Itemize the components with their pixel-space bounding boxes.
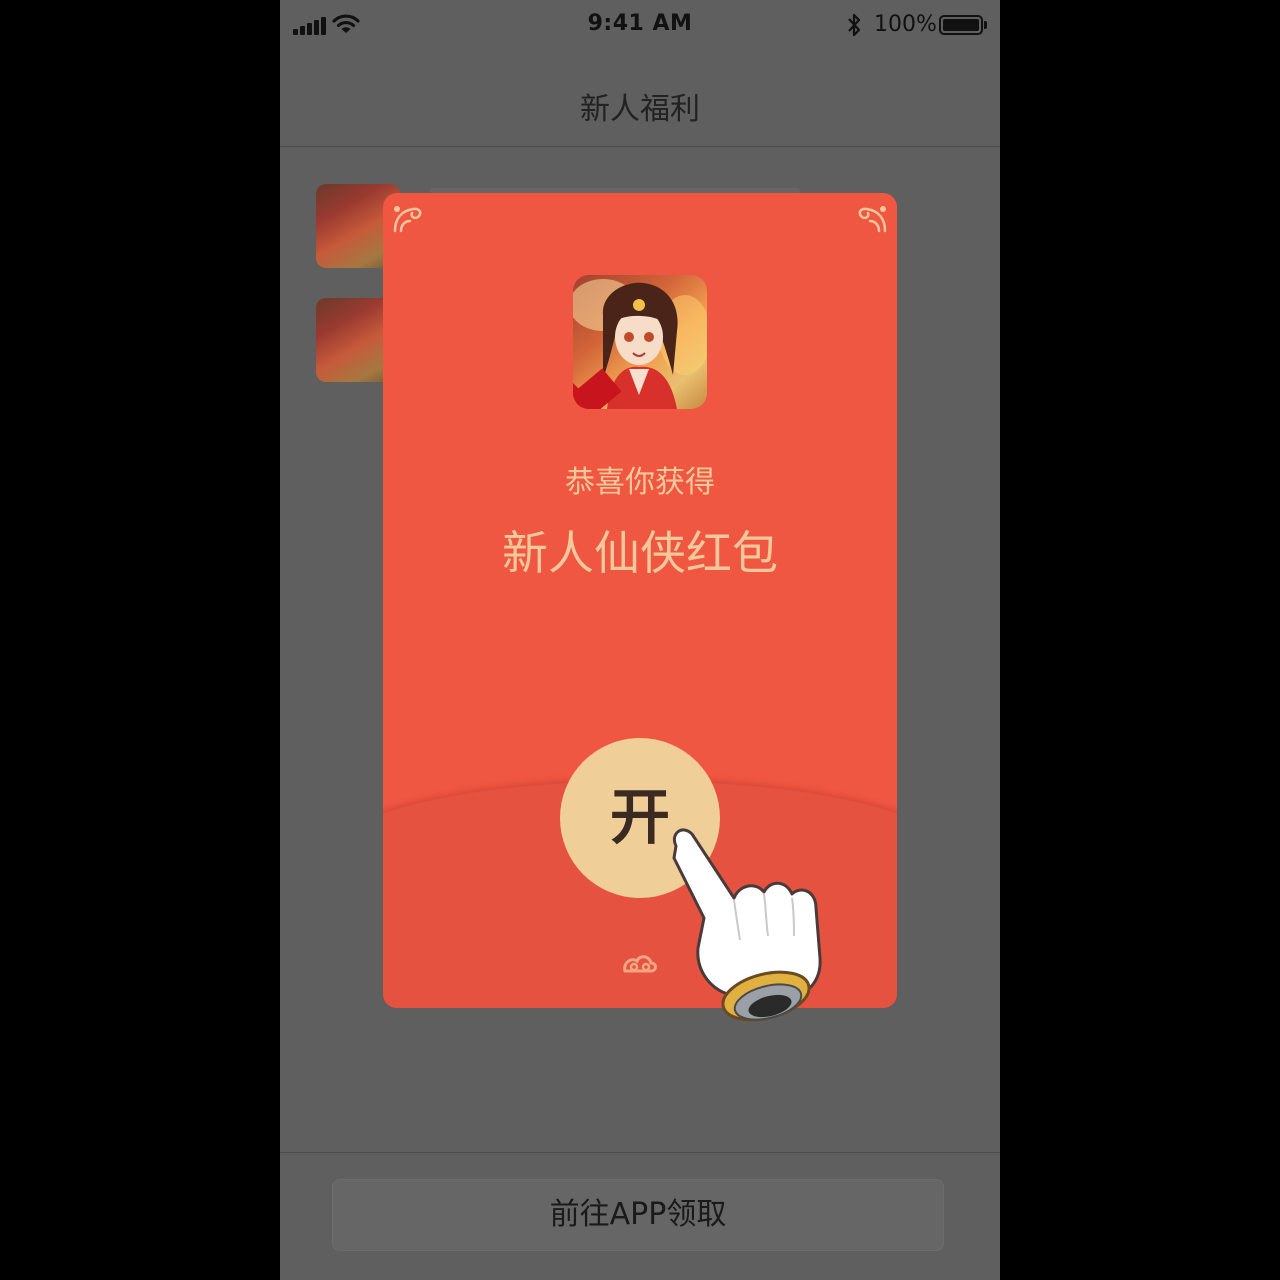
cloud-ornament-icon (623, 955, 657, 973)
phone-screen: 9:41 AM 100% 新人福利 前往APP领取 恭喜你获得 新人仙侠红包 开 (280, 0, 1000, 1280)
corner-ornament-icon (858, 206, 887, 233)
battery-icon (939, 15, 983, 35)
status-bar: 9:41 AM 100% (280, 0, 1000, 52)
prize-title: 新人仙侠红包 (502, 526, 778, 580)
battery-percent: 100% (874, 12, 937, 37)
nav-bar: 新人福利 (280, 52, 1000, 147)
bluetooth-icon (848, 13, 861, 37)
page-title: 新人福利 (580, 92, 700, 127)
go-to-app-button[interactable]: 前往APP领取 (332, 1179, 944, 1251)
bottom-bar: 前往APP领取 (280, 1152, 1000, 1280)
corner-ornament-icon (393, 206, 422, 233)
greeting-text: 恭喜你获得 (565, 465, 715, 500)
game-app-icon (573, 275, 707, 409)
pointing-hand-icon (672, 828, 822, 1022)
battery-nub (984, 21, 987, 29)
